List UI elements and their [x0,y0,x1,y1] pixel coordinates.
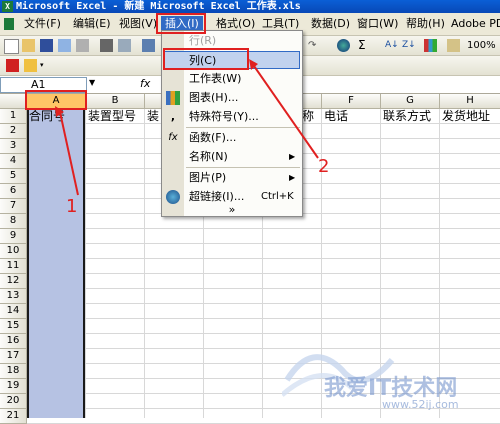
annotation-arrow-2 [253,65,319,159]
annotation-number-2: 2 [318,156,330,177]
annotation-number-1: 1 [66,196,78,217]
watermark: 我爱IT技术网 www.52ij.com [282,340,500,418]
annotation-arrow-1 [59,111,79,196]
annotation-arrowhead-1 [55,106,64,117]
watermark-url: www.52ij.com [382,398,459,411]
